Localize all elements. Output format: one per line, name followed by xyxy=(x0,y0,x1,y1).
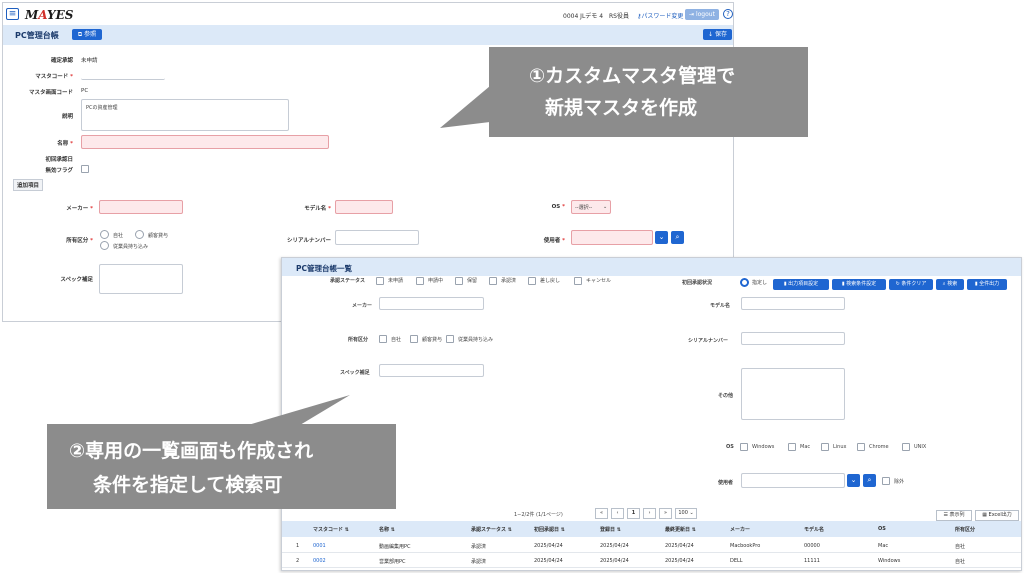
callout1-line2: 新規マスタを作成 xyxy=(545,97,698,119)
callout1-line1: ①カスタムマスタ管理で xyxy=(529,65,736,87)
callout1-tail xyxy=(440,86,490,128)
callout2-line2: 条件を指定して検索可 xyxy=(93,474,283,496)
callout-list-screen: ②専用の一覧画面も作成され 条件を指定して検索可 xyxy=(47,424,396,509)
callout-custom-master: ①カスタムマスタ管理で 新規マスタを作成 xyxy=(489,47,808,137)
callout2-tail xyxy=(248,395,350,425)
callout2-line1: ②専用の一覧画面も作成され xyxy=(69,440,314,462)
